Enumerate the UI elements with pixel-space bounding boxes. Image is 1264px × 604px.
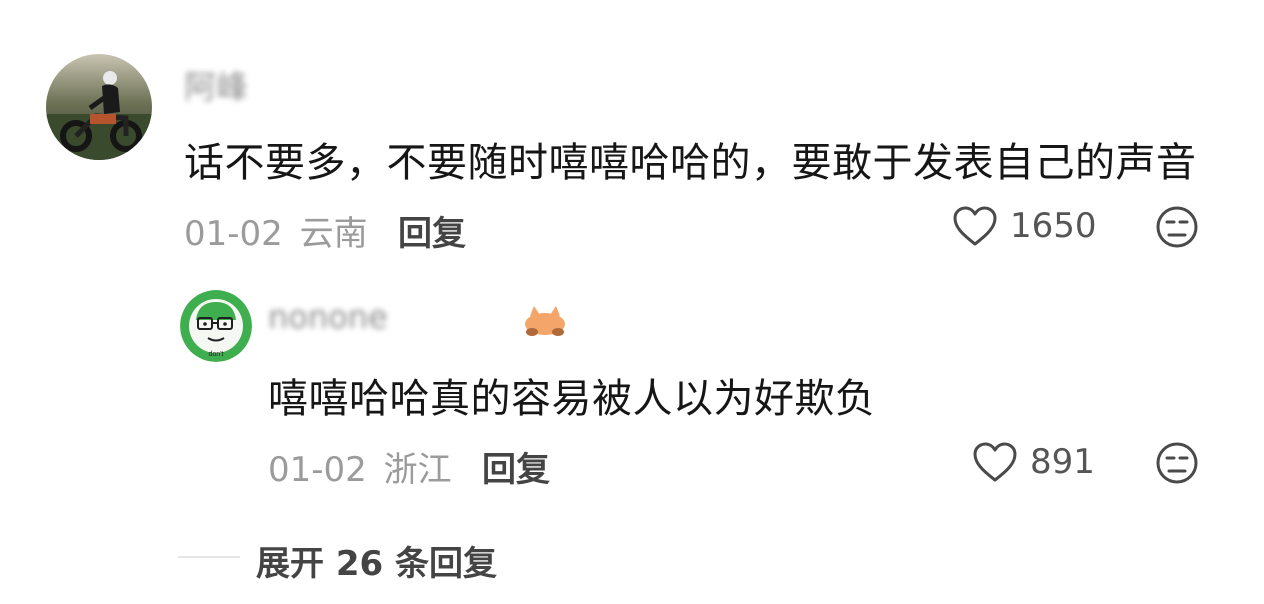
comment-location: 云南 [299,214,368,254]
comment-meta: 01-02 云南 [184,206,368,255]
like-count: 1650 [1010,206,1097,246]
expand-replies-button[interactable]: 展开 26 条回复 [256,536,497,585]
expand-divider [178,556,240,558]
comment-text: 话不要多，不要随时嘻嘻哈哈的，要敢于发表自己的声音 [184,140,1197,186]
reply-to-reply-button[interactable]: 回复 [482,442,550,491]
reply-button[interactable]: 回复 [398,206,466,255]
reply-date: 01-02 [268,450,367,490]
heart-outline-icon[interactable] [952,205,998,247]
reply-meta: 01-02 浙江 [268,442,452,491]
reply-location: 浙江 [383,450,452,490]
reply-text: 嘻嘻哈哈真的容易被人以为好欺负 [268,376,876,422]
reply-like-count: 891 [1030,442,1095,482]
comment-date: 01-02 [184,214,283,254]
unamused-face-icon[interactable] [1155,441,1199,485]
commenter-avatar[interactable] [46,54,152,160]
replier-username[interactable]: nonone [268,298,388,336]
cat-emoji-icon [520,302,570,336]
commenter-username[interactable]: 阿峰 [184,62,248,108]
unamused-face-icon[interactable] [1155,205,1199,249]
heart-outline-icon[interactable] [972,441,1018,483]
replier-avatar[interactable]: don't [180,290,252,362]
svg-text:don't: don't [209,351,224,358]
